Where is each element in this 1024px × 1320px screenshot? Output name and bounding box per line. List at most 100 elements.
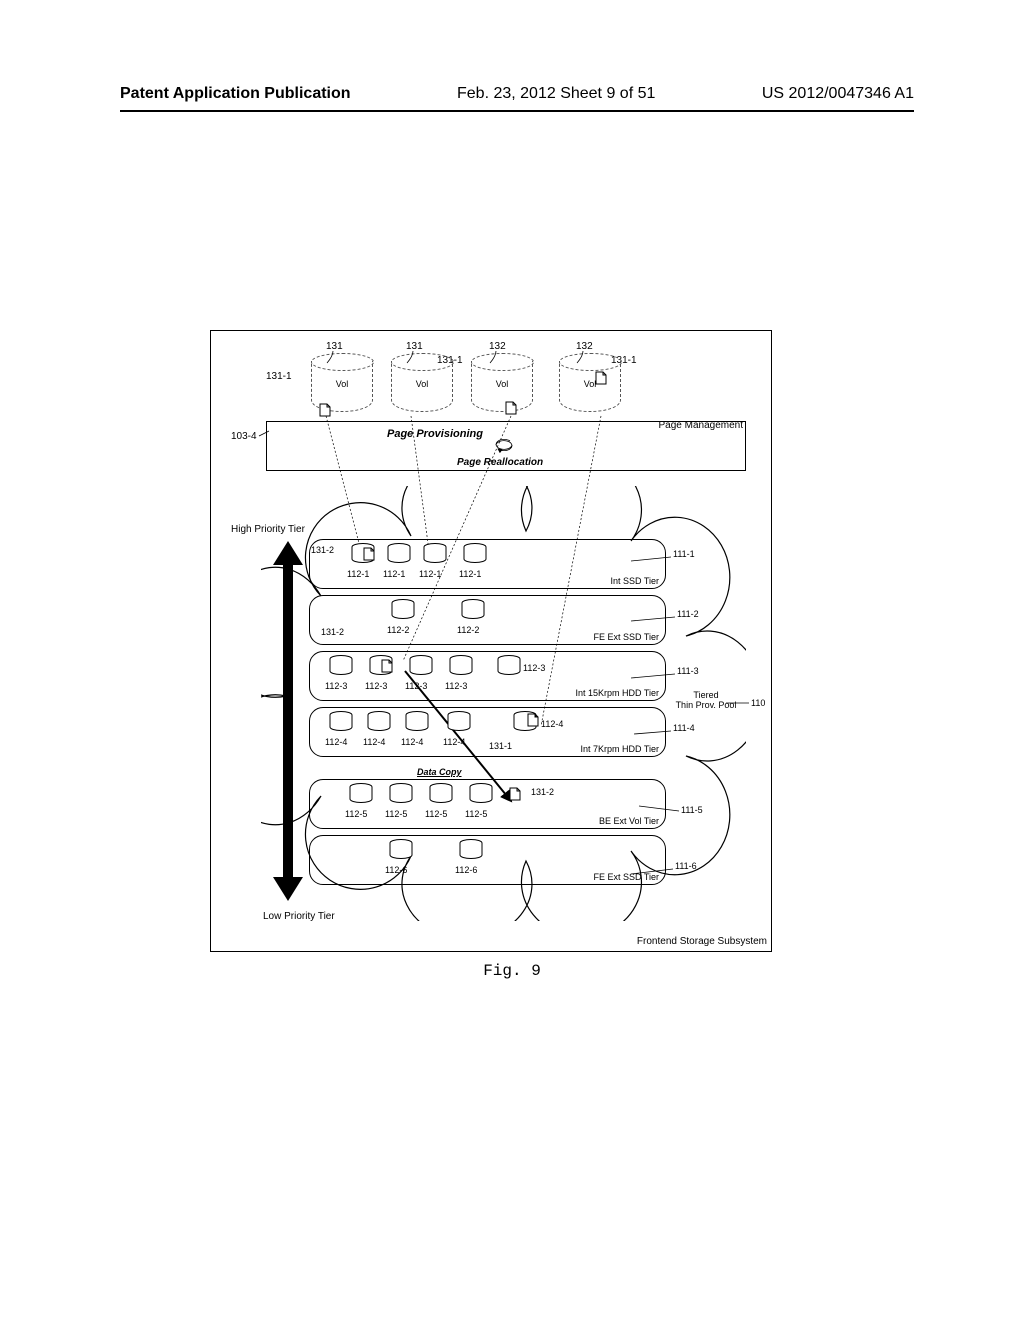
tier-1-ref: 111-1: [673, 549, 695, 559]
vol-label-3: Vol: [472, 379, 532, 389]
page-in-t1: [363, 547, 375, 561]
cyl-t3-4: [449, 655, 473, 677]
volume-3: Vol: [471, 361, 533, 412]
ref-112-3b: 112-3: [365, 681, 387, 691]
header-center: Feb. 23, 2012 Sheet 9 of 51: [457, 85, 655, 103]
tier-2: FE Ext SSD Tier: [309, 595, 666, 645]
figure-caption: Fig. 9: [0, 962, 1024, 980]
ref-110: 110: [751, 698, 765, 708]
data-copy-label: Data Copy: [417, 767, 462, 777]
ref-112-5c: 112-5: [425, 809, 447, 819]
ref-112-4e: 112-4: [541, 719, 563, 729]
vol-label-1: Vol: [312, 379, 372, 389]
cyl-t4-3: [405, 711, 429, 733]
page-reallocation-label: Page Reallocation: [457, 457, 543, 468]
tier-6-label: FE Ext SSD Tier: [593, 872, 659, 882]
cyl-t5-3: [429, 783, 453, 805]
tier-4-label: Int 7Krpm HDD Tier: [580, 744, 659, 754]
ref-131-1-t4: 131-1: [489, 741, 512, 751]
cyl-t3-5: [497, 655, 521, 677]
ref-112-2b: 112-2: [457, 625, 479, 635]
tier-2-ref: 111-2: [677, 609, 699, 619]
ref-132-b: 132: [576, 341, 593, 352]
ref-112-4a: 112-4: [325, 737, 347, 747]
tier-1-label: Int SSD Tier: [610, 576, 659, 586]
page-provisioning-label: Page Provisioning: [387, 428, 483, 440]
cyl-t1-2: [387, 543, 411, 565]
ref-112-4c: 112-4: [401, 737, 423, 747]
volume-2: Vol: [391, 361, 453, 412]
page-icon-1: [319, 403, 331, 417]
tier-4: Int 7Krpm HDD Tier: [309, 707, 666, 757]
header-right: US 2012/0047346 A1: [762, 85, 914, 103]
pool-label-l1: Tiered: [693, 690, 718, 700]
page-icon-2: [505, 401, 517, 415]
page-icon-3: [595, 371, 607, 385]
page: Patent Application Publication Feb. 23, …: [0, 0, 1024, 1320]
ref-131-2-t2: 131-2: [321, 627, 344, 637]
tier-3: Int 15Krpm HDD Tier: [309, 651, 666, 701]
page-in-t4: [527, 713, 539, 727]
page-header: Patent Application Publication Feb. 23, …: [120, 85, 914, 103]
reallocation-icon: [492, 436, 516, 454]
ref-112-2a: 112-2: [387, 625, 409, 635]
header-left: Patent Application Publication: [120, 85, 351, 103]
ref-112-1c: 112-1: [419, 569, 441, 579]
ref-112-3e: 112-3: [523, 663, 545, 673]
ref-112-3c: 112-3: [405, 681, 427, 691]
tier-5-label: BE Ext Vol Tier: [599, 816, 659, 826]
page-in-t3: [381, 659, 393, 673]
cyl-t6-1: [389, 839, 413, 861]
frontend-label: Frontend Storage Subsystem: [637, 936, 767, 947]
cyl-t4-1: [329, 711, 353, 733]
tier-2-label: FE Ext SSD Tier: [593, 632, 659, 642]
pool-label-l2: Thin Prov. Pool: [676, 700, 737, 710]
cyl-t3-1: [329, 655, 353, 677]
ref-112-4d: 112-4: [443, 737, 465, 747]
tier-6-ref: 111-6: [675, 861, 697, 871]
cyl-t2-2: [461, 599, 485, 621]
ref-112-5a: 112-5: [345, 809, 367, 819]
header-rule: [120, 110, 914, 112]
vol-label-4: Vol: [560, 379, 620, 389]
ref-112-1d: 112-1: [459, 569, 481, 579]
ref-112-6a: 112-6: [385, 865, 407, 875]
ref-131-1-left: 131-1: [266, 371, 292, 382]
ref-131-a: 131: [326, 341, 343, 352]
cyl-t6-2: [459, 839, 483, 861]
tier-3-label: Int 15Krpm HDD Tier: [575, 688, 659, 698]
page-in-t5: [509, 787, 521, 801]
ref-132-a: 132: [489, 341, 506, 352]
ref-112-5b: 112-5: [385, 809, 407, 819]
ref-112-3a: 112-3: [325, 681, 347, 691]
cyl-t4-4: [447, 711, 471, 733]
ref-112-5d: 112-5: [465, 809, 487, 819]
vol-label-2: Vol: [392, 379, 452, 389]
page-management-label: Page Management: [658, 420, 743, 431]
cyl-t1-4: [463, 543, 487, 565]
page-management-box: Page Provisioning Page Reallocation Page…: [266, 421, 746, 471]
volume-4: Vol: [559, 361, 621, 412]
ref-112-6b: 112-6: [455, 865, 477, 875]
figure-frame: 131 131 132 132 131-1 131-1 131-1 Vol Vo…: [210, 330, 772, 952]
ref-112-1a: 112-1: [347, 569, 369, 579]
tier-6: FE Ext SSD Tier: [309, 835, 666, 885]
cyl-t2-1: [391, 599, 415, 621]
cyl-t3-3: [409, 655, 433, 677]
cyl-t5-1: [349, 783, 373, 805]
tier-3-ref: 111-3: [677, 666, 699, 676]
ref-131-b: 131: [406, 341, 423, 352]
ref-131-2-t1: 131-2: [311, 545, 334, 555]
ref-112-4b: 112-4: [363, 737, 385, 747]
pool-label: Tiered Thin Prov. Pool: [671, 691, 741, 711]
tier-4-ref: 111-4: [673, 723, 695, 733]
cyl-t5-4: [469, 783, 493, 805]
cyl-t1-3: [423, 543, 447, 565]
ref-112-3d: 112-3: [445, 681, 467, 691]
ref-103-4: 103-4: [231, 431, 257, 442]
cyl-t5-2: [389, 783, 413, 805]
tier-5-ref: 111-5: [681, 805, 703, 815]
ref-112-1b: 112-1: [383, 569, 405, 579]
ref-131-2-t5: 131-2: [531, 787, 554, 797]
cyl-t4-2: [367, 711, 391, 733]
